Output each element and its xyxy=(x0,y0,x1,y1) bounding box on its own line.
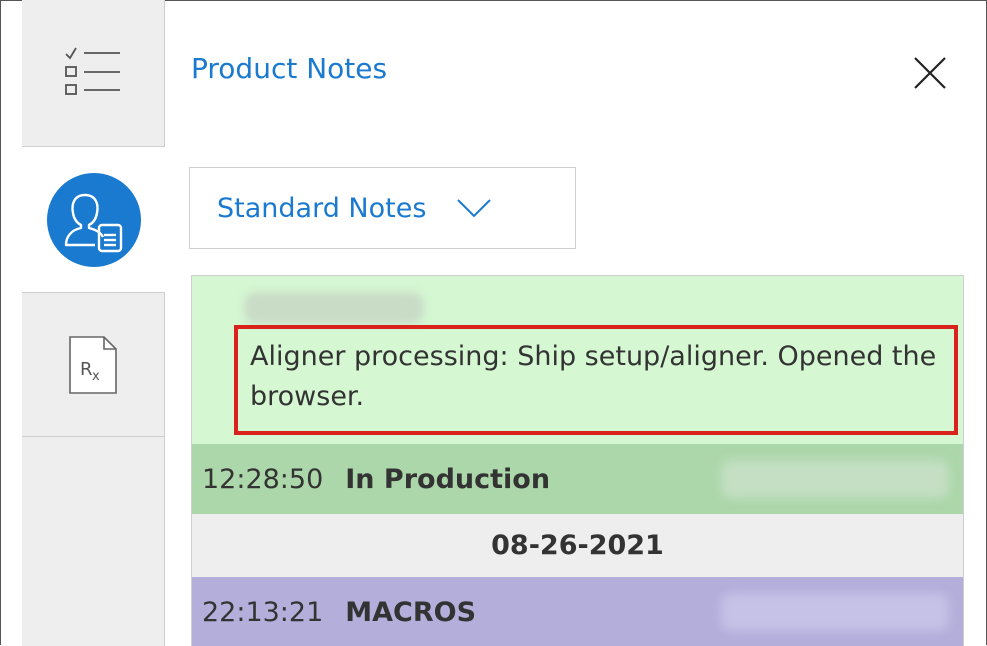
notes-list: Aligner processing: Ship setup/aligner. … xyxy=(191,275,964,646)
notes-type-dropdown[interactable]: Standard Notes xyxy=(189,167,576,249)
close-button[interactable] xyxy=(912,55,948,91)
date-separator: 08-26-2021 xyxy=(192,514,963,577)
redacted-user xyxy=(721,593,949,631)
row-time: 12:28:50 xyxy=(202,463,324,495)
tab-profile[interactable] xyxy=(22,147,165,292)
panel-title: Product Notes xyxy=(191,52,388,85)
status-row-macros: 22:13:21 MACROS xyxy=(192,577,963,646)
tab-prescription[interactable]: R x xyxy=(22,292,164,437)
date-text: 08-26-2021 xyxy=(491,530,664,561)
row-status: In Production xyxy=(345,463,551,495)
tab-checklist[interactable] xyxy=(22,0,164,147)
highlight-box xyxy=(234,325,958,435)
rx-document-icon: R x xyxy=(69,335,117,394)
redacted-author xyxy=(244,292,424,324)
svg-text:x: x xyxy=(92,369,100,384)
row-status: MACROS xyxy=(345,596,477,628)
close-icon xyxy=(914,57,946,89)
svg-text:R: R xyxy=(80,359,93,380)
row-time: 22:13:21 xyxy=(202,596,324,628)
chevron-down-icon xyxy=(457,199,492,218)
user-document-icon xyxy=(46,172,141,267)
checklist-icon xyxy=(65,47,120,95)
side-rail: R x xyxy=(22,0,165,646)
note-entry: Aligner processing: Ship setup/aligner. … xyxy=(192,276,963,444)
dropdown-selected-value: Standard Notes xyxy=(217,192,427,224)
status-row-production: 12:28:50 In Production xyxy=(192,444,963,514)
redacted-user xyxy=(721,460,949,498)
